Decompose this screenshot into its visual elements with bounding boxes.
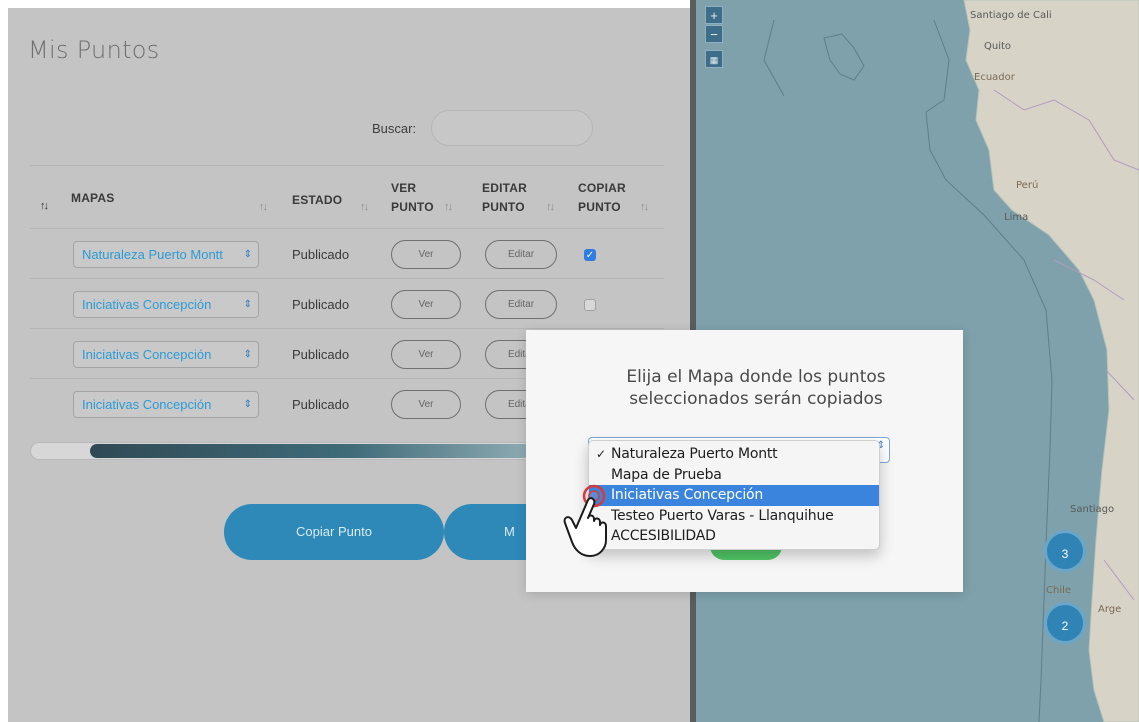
view-button[interactable]: Ver bbox=[391, 240, 461, 269]
option-label: Mapa de Prueba bbox=[611, 466, 722, 483]
view-button[interactable]: Ver bbox=[391, 340, 461, 369]
page-title: Mis Puntos bbox=[28, 36, 160, 64]
dropdown-option[interactable]: Iniciativas Concepción bbox=[589, 485, 879, 506]
marker-cluster[interactable]: 3 bbox=[1044, 530, 1086, 572]
sort-icon[interactable]: ↑↓ bbox=[444, 201, 453, 213]
status-text: Publicado bbox=[292, 397, 350, 412]
map-icon[interactable]: ▦ bbox=[705, 50, 723, 68]
status-text: Publicado bbox=[292, 247, 350, 262]
sort-icon[interactable]: ↑↓ bbox=[640, 201, 649, 213]
dropdown-option[interactable]: ✓ Naturaleza Puerto Montt bbox=[589, 444, 879, 465]
select-caret-icon: ⇕ bbox=[243, 299, 252, 310]
sort-icon[interactable]: ↑↓ bbox=[259, 201, 268, 213]
option-label: ACCESIBILIDAD bbox=[611, 528, 716, 544]
edit-button[interactable]: Editar bbox=[485, 290, 557, 319]
map-select[interactable]: Iniciativas Concepción ⇕ bbox=[73, 291, 259, 318]
map-label: Lima bbox=[1004, 212, 1029, 223]
map-select[interactable]: Iniciativas Concepción ⇕ bbox=[73, 341, 259, 368]
row-divider bbox=[30, 328, 664, 329]
header-line: COPIAR bbox=[578, 181, 626, 195]
destination-map-options: ✓ Naturaleza Puerto Montt Mapa de Prueba… bbox=[588, 440, 880, 550]
map-select-value: Iniciativas Concepción bbox=[82, 397, 212, 412]
option-label: Iniciativas Concepción bbox=[611, 487, 764, 503]
edit-button[interactable]: Editar bbox=[485, 240, 557, 269]
header-line: PUNTO bbox=[391, 200, 434, 214]
sort-icon[interactable]: ↑↓ bbox=[40, 200, 49, 212]
sort-icon[interactable]: ↑↓ bbox=[546, 201, 555, 213]
column-header-status[interactable]: ESTADO bbox=[292, 192, 342, 208]
hand-pointer-icon bbox=[563, 484, 607, 557]
copy-point-button[interactable]: Copiar Punto bbox=[224, 504, 444, 560]
marker-cluster[interactable]: 2 bbox=[1044, 602, 1086, 644]
header-line: EDITAR bbox=[482, 181, 527, 195]
scrollbar-thumb[interactable] bbox=[90, 444, 560, 458]
status-text: Publicado bbox=[292, 347, 350, 362]
map-label: Santiago de Cali bbox=[970, 10, 1052, 21]
option-label: Naturaleza Puerto Montt bbox=[611, 446, 778, 462]
map-select-value: Iniciativas Concepción bbox=[82, 347, 212, 362]
header-line: PUNTO bbox=[482, 200, 525, 214]
modal-title-line: Elija el Mapa donde los puntos bbox=[626, 367, 886, 387]
zoom-out-button[interactable]: − bbox=[705, 25, 723, 43]
row-divider bbox=[30, 228, 664, 229]
dropdown-option[interactable]: Testeo Puerto Varas - Llanquihue bbox=[589, 506, 879, 527]
search-input[interactable] bbox=[431, 110, 593, 146]
header-line: VER bbox=[391, 181, 417, 195]
map-select[interactable]: Naturaleza Puerto Montt ⇕ bbox=[73, 241, 259, 268]
copy-checkbox[interactable]: ✓ bbox=[584, 249, 596, 261]
map-label: Perú bbox=[1016, 180, 1039, 191]
dropdown-option[interactable]: ACCESIBILIDAD bbox=[589, 526, 879, 547]
select-caret-icon: ⇕ bbox=[243, 399, 252, 410]
modal-title-line: seleccionados serán copiados bbox=[629, 389, 883, 409]
select-caret-icon: ⇕ bbox=[243, 249, 252, 260]
option-label: Testeo Puerto Varas - Llanquihue bbox=[611, 507, 834, 524]
view-button[interactable]: Ver bbox=[391, 290, 461, 319]
zoom-in-button[interactable]: + bbox=[705, 6, 723, 24]
map-label: Ecuador bbox=[974, 72, 1015, 83]
header-line: PUNTO bbox=[578, 200, 621, 214]
map-label: Quito bbox=[984, 41, 1012, 52]
map-select[interactable]: Iniciativas Concepción ⇕ bbox=[73, 391, 259, 418]
dropdown-option[interactable]: Mapa de Prueba bbox=[589, 465, 879, 486]
copy-checkbox[interactable] bbox=[584, 299, 596, 311]
column-header-edit[interactable]: EDITAR PUNTO bbox=[482, 180, 527, 215]
column-header-maps[interactable]: MAPAS bbox=[71, 190, 114, 206]
view-button[interactable]: Ver bbox=[391, 390, 461, 419]
search-label: Buscar: bbox=[372, 121, 417, 136]
sort-icon[interactable]: ↑↓ bbox=[360, 201, 369, 213]
map-label: Chile bbox=[1046, 585, 1072, 596]
checkmark-icon: ✓ bbox=[596, 447, 606, 461]
map-label: Arge bbox=[1098, 604, 1122, 615]
map-label: Santiago bbox=[1070, 504, 1115, 515]
modal-title: Elija el Mapa donde los puntos seleccion… bbox=[596, 366, 916, 410]
map-select-value: Iniciativas Concepción bbox=[82, 297, 212, 312]
select-caret-icon: ⇕ bbox=[243, 349, 252, 360]
column-header-view[interactable]: VER PUNTO bbox=[391, 180, 434, 215]
table-top-divider bbox=[30, 165, 664, 166]
row-divider bbox=[30, 278, 664, 279]
column-header-copy[interactable]: COPIAR PUNTO bbox=[578, 180, 626, 215]
map-select-value: Naturaleza Puerto Montt bbox=[82, 247, 223, 262]
status-text: Publicado bbox=[292, 297, 350, 312]
